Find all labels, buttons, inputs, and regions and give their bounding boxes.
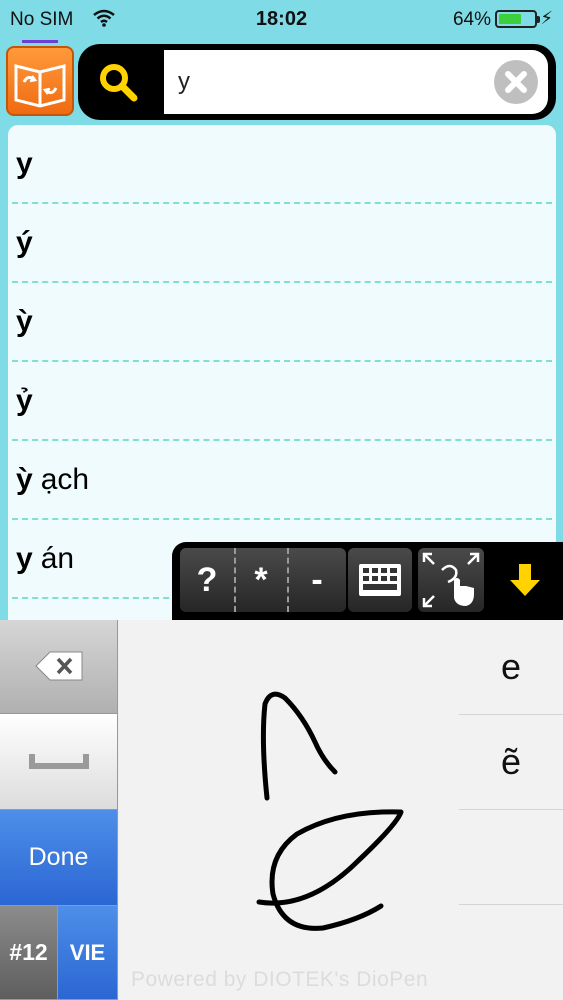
result-rest: ạch xyxy=(40,462,90,496)
result-item[interactable]: ỳ xyxy=(12,283,552,362)
input-toolbar: ? * - xyxy=(172,542,563,620)
search-icon[interactable] xyxy=(96,60,142,111)
status-bar: No SIM 18:02 64% ⚡ xyxy=(0,0,563,40)
done-button[interactable]: Done xyxy=(0,810,118,906)
battery-icon xyxy=(495,10,540,28)
battery-fill xyxy=(499,14,521,24)
result-item[interactable]: ỳ ạch xyxy=(12,441,552,520)
numbers-key[interactable]: #12 xyxy=(0,906,58,1000)
handwriting-strokes xyxy=(256,691,404,931)
result-word: y xyxy=(16,146,33,180)
fullscreen-handwriting-icon[interactable] xyxy=(418,548,484,612)
result-word: y xyxy=(16,541,33,575)
charging-icon: ⚡ xyxy=(540,8,553,28)
star-wildcard-button[interactable]: * xyxy=(235,548,287,612)
question-wildcard-button[interactable]: ? xyxy=(180,548,234,612)
result-item[interactable]: y xyxy=(12,125,552,204)
result-item[interactable]: ỷ xyxy=(12,362,552,441)
result-word: ỷ xyxy=(16,383,33,417)
search-input[interactable] xyxy=(178,63,478,101)
powered-by-label: Powered by DIOTEK's DioPen xyxy=(131,968,429,991)
candidate-item[interactable]: e xyxy=(459,620,563,715)
result-word: ý xyxy=(16,225,33,259)
result-word: ỳ xyxy=(16,462,33,496)
language-label: VIE xyxy=(69,939,106,965)
language-key[interactable]: VIE xyxy=(58,906,118,1000)
arrow-down-icon[interactable] xyxy=(494,548,556,612)
result-rest: án xyxy=(40,541,75,575)
result-item[interactable]: ý xyxy=(12,204,552,283)
keyboard-icon[interactable] xyxy=(348,548,412,612)
candidate-item[interactable] xyxy=(459,905,563,1000)
candidate-item[interactable]: ẽ xyxy=(459,715,563,810)
candidate-item[interactable] xyxy=(459,810,563,905)
dash-button[interactable]: - xyxy=(288,548,346,612)
space-key[interactable] xyxy=(0,714,118,810)
space-icon xyxy=(29,754,89,769)
backspace-icon xyxy=(35,651,83,681)
clear-search-icon[interactable] xyxy=(494,60,538,104)
search-bar xyxy=(78,44,556,120)
done-label: Done xyxy=(28,843,89,871)
dictionary-app-icon[interactable] xyxy=(6,40,74,116)
result-word: ỳ xyxy=(16,304,33,338)
handwriting-canvas[interactable]: Powered by DIOTEK's DioPen xyxy=(119,620,459,1000)
handwriting-keyboard: Done #12 VIE Powered by DIOTEK's DioPen … xyxy=(0,620,563,1000)
search-field xyxy=(164,50,548,114)
battery-percent: 64% xyxy=(452,9,491,30)
backspace-key[interactable] xyxy=(0,620,118,714)
numbers-label: #12 xyxy=(9,939,48,965)
keyboard-side-keys: Done #12 VIE xyxy=(0,620,118,1000)
candidate-list: e ẽ xyxy=(459,620,563,1000)
